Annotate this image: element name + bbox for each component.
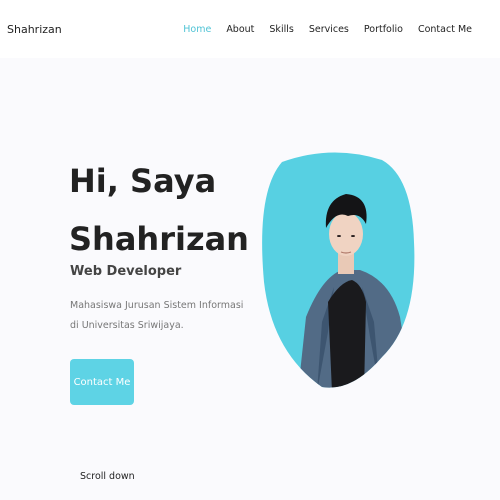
nav-services[interactable]: Services — [309, 24, 349, 35]
contact-me-button[interactable]: Contact Me — [70, 359, 134, 405]
hero-title-line1: Hi, Saya — [69, 162, 217, 200]
mouse-icon — [70, 470, 76, 482]
scroll-down-link[interactable]: Scroll down — [70, 470, 135, 482]
nav-skills[interactable]: Skills — [269, 24, 293, 35]
nav-about[interactable]: About — [226, 24, 254, 35]
hero-title: Hi, Saya Shahrizan — [69, 152, 259, 268]
navbar: Shahrizan Home About Skills Services Por… — [0, 0, 500, 58]
hero-title-line2: Shahrizan — [69, 220, 249, 258]
hero-description: Mahasiswa Jurusan Sistem Informasi di Un… — [70, 300, 244, 331]
profile-photo — [262, 152, 415, 388]
nav-portfolio[interactable]: Portfolio — [364, 24, 403, 35]
nav-menu: Home About Skills Services Portfolio Con… — [183, 24, 472, 35]
nav-contact[interactable]: Contact Me — [418, 24, 472, 35]
scroll-down-label: Scroll down — [80, 470, 135, 482]
brand-logo[interactable]: Shahrizan — [7, 23, 62, 36]
nav-home[interactable]: Home — [183, 24, 211, 35]
hero-subtitle: Web Developer — [70, 264, 182, 279]
